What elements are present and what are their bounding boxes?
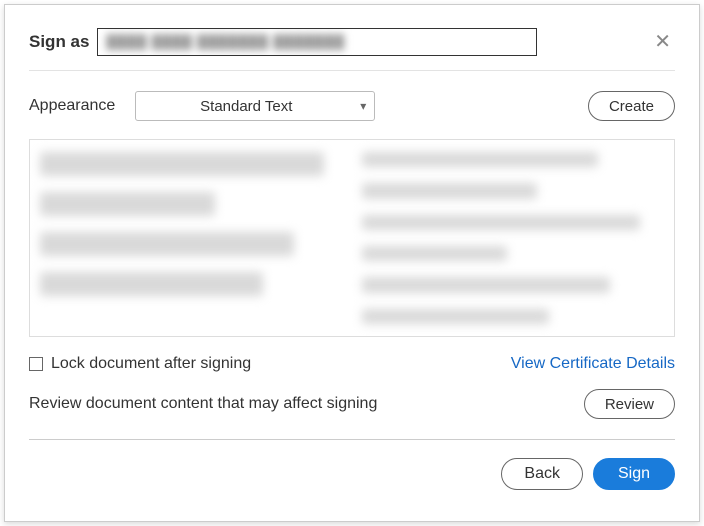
footer-row: Back Sign [29,458,675,490]
sign-button[interactable]: Sign [593,458,675,490]
redacted-line [362,309,549,324]
appearance-label: Appearance [29,97,115,115]
preview-right-col [362,152,664,324]
lock-row: Lock document after signing View Certifi… [29,355,675,373]
appearance-select[interactable]: Standard Text [135,91,375,121]
create-button[interactable]: Create [588,91,675,121]
lock-checkbox-wrap[interactable]: Lock document after signing [29,355,251,373]
appearance-select-wrap: Standard Text ▾ [135,91,375,121]
review-text: Review document content that may affect … [29,395,377,413]
lock-label: Lock document after signing [51,355,251,373]
appearance-selected: Standard Text [200,98,292,115]
redacted-line [362,277,610,292]
redacted-line [362,152,598,167]
back-button[interactable]: Back [501,458,583,490]
sign-dialog: Sign as ████ ████ ███████ ███████ ✕ Appe… [4,4,700,522]
redacted-line [40,192,215,216]
redacted-line [40,272,263,296]
signature-preview [29,139,675,337]
redacted-line [362,246,507,261]
redacted-line [362,183,537,198]
view-certificate-link[interactable]: View Certificate Details [511,355,675,373]
sign-as-label: Sign as [29,32,89,52]
review-button[interactable]: Review [584,389,675,419]
redacted-line [362,215,640,230]
checkbox-icon [29,357,43,371]
header-row: Sign as ████ ████ ███████ ███████ ✕ [29,27,675,71]
redacted-line [40,152,324,176]
close-icon[interactable]: ✕ [650,27,675,56]
preview-left-col [40,152,342,324]
identity-redacted: ████ ████ ███████ ███████ [106,34,344,49]
appearance-row: Appearance Standard Text ▾ Create [29,91,675,121]
redacted-line [40,232,294,256]
identity-select[interactable]: ████ ████ ███████ ███████ [97,28,537,56]
review-row: Review document content that may affect … [29,389,675,440]
